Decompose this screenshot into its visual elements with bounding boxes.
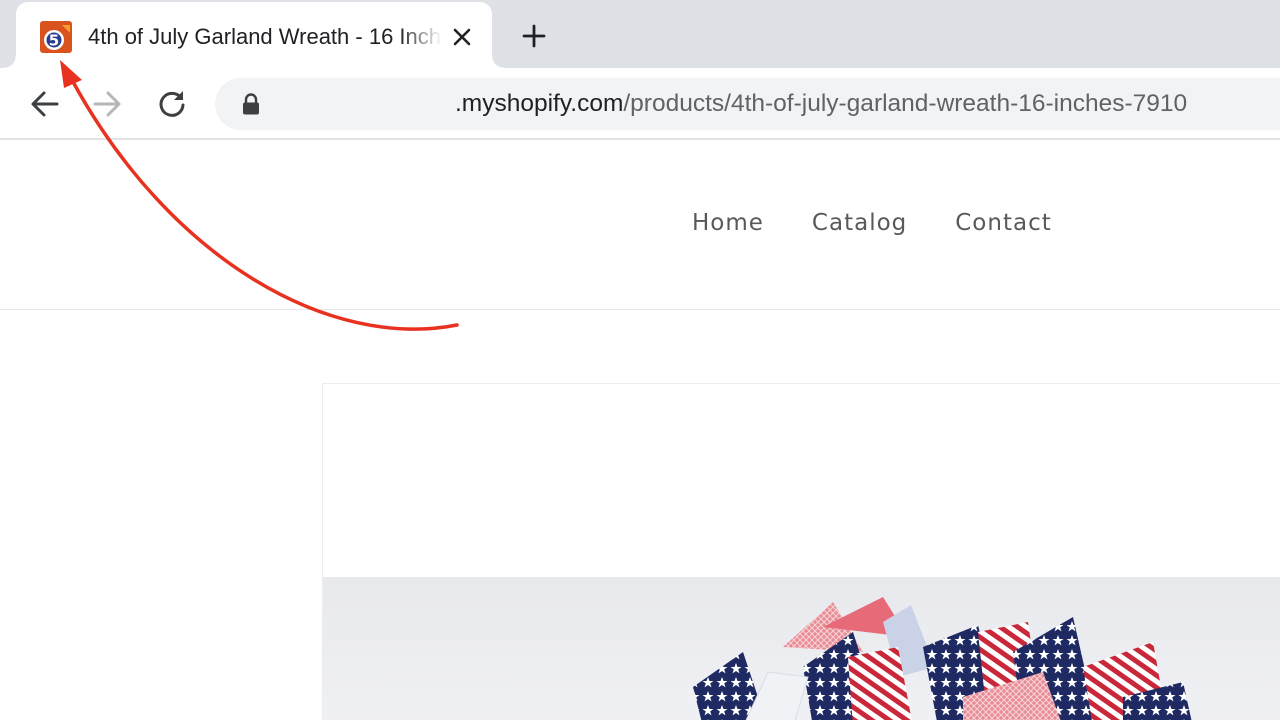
url-domain: .myshopify.com xyxy=(455,90,624,117)
browser-toolbar: .myshopify.com/products/4th-of-july-garl… xyxy=(0,68,1280,140)
store-nav: Home Catalog Contact xyxy=(692,210,1052,236)
product-image[interactable] xyxy=(323,577,1280,720)
arrow-left-icon[interactable] xyxy=(25,84,65,124)
nav-link-contact[interactable]: Contact xyxy=(955,210,1051,236)
product-media-frame xyxy=(322,383,1280,720)
wreath-image xyxy=(693,597,1192,720)
tab-title: 4th of July Garland Wreath - 16 Inches xyxy=(88,24,442,49)
address-bar[interactable]: .myshopify.com/products/4th-of-july-garl… xyxy=(215,78,1280,130)
tab-strip: 5 4th of July Garland Wreath - 16 Inches xyxy=(0,0,1280,68)
store-header: Home Catalog Contact xyxy=(0,142,1280,310)
arrow-right-icon[interactable] xyxy=(87,84,127,124)
store-logo-icon: 5 xyxy=(40,21,72,53)
close-icon[interactable] xyxy=(446,21,478,53)
nav-link-catalog[interactable]: Catalog xyxy=(812,210,907,236)
url-path: /products/4th-of-july-garland-wreath-16-… xyxy=(623,90,1188,117)
reload-icon[interactable] xyxy=(152,84,192,124)
plus-icon[interactable] xyxy=(515,17,553,55)
address-url: .myshopify.com/products/4th-of-july-garl… xyxy=(455,88,1187,120)
lock-icon[interactable] xyxy=(239,92,263,116)
svg-text:5: 5 xyxy=(49,32,59,50)
nav-link-home[interactable]: Home xyxy=(692,210,764,236)
browser-tab-active[interactable]: 5 4th of July Garland Wreath - 16 Inches xyxy=(4,2,504,68)
